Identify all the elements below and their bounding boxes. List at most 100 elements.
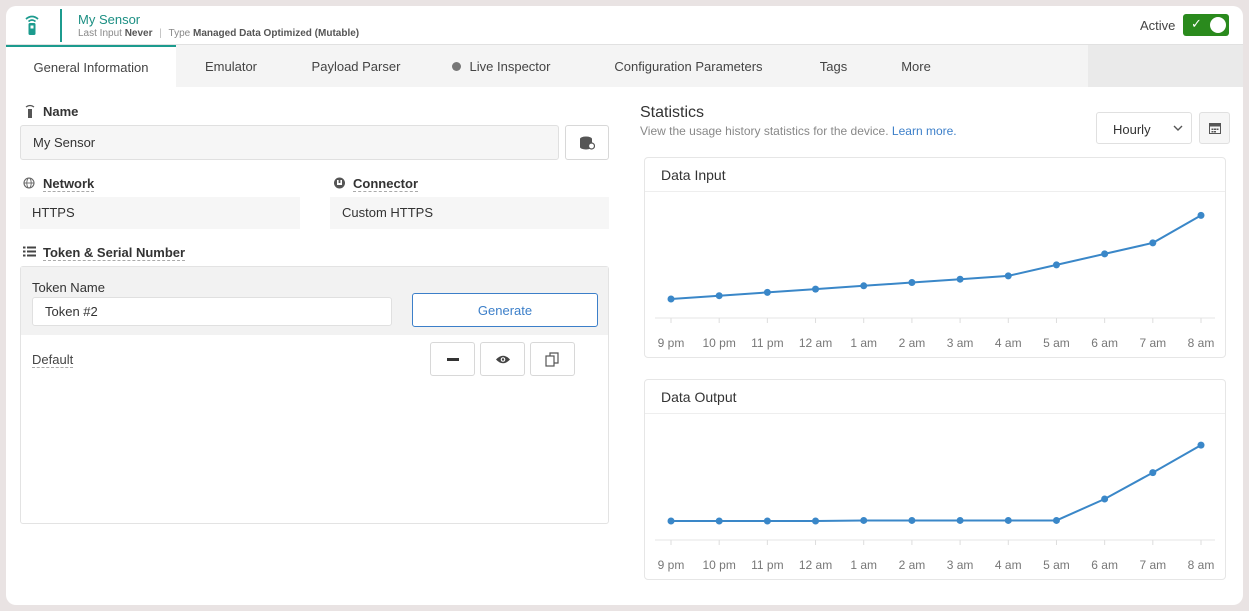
tab-emulator[interactable]: Emulator	[176, 45, 286, 87]
data-point[interactable]	[763, 517, 771, 525]
database-icon	[580, 136, 596, 150]
data-point[interactable]	[1004, 516, 1012, 524]
tab-live-inspector-label: Live Inspector	[469, 59, 551, 74]
x-tick-label: 1 am	[850, 558, 877, 572]
calendar-button[interactable]	[1199, 112, 1230, 144]
learn-more-link[interactable]: Learn more.	[892, 124, 957, 138]
data-point[interactable]	[812, 517, 820, 525]
x-tick-label: 11 pm	[751, 558, 783, 572]
list-icon	[23, 246, 36, 257]
data-point[interactable]	[1101, 250, 1109, 258]
database-button[interactable]	[565, 125, 609, 160]
data-input-card: Data Input 9 pm 10 pm 11 pm 12 am 1 am 2 am 3 …	[644, 157, 1226, 358]
eye-icon	[495, 355, 510, 364]
x-tick-label: 10 pm	[703, 558, 736, 572]
connector-label: Connector	[353, 176, 418, 192]
name-label: Name	[43, 104, 79, 119]
x-tick-label: 5 am	[1043, 336, 1070, 350]
tab-payload-parser[interactable]: Payload Parser	[286, 45, 426, 87]
toggle-knob	[1210, 17, 1226, 33]
x-tick-label: 6 am	[1091, 558, 1118, 572]
tab-configuration-parameters[interactable]: Configuration Parameters	[591, 45, 786, 87]
type-label: Type	[168, 28, 191, 39]
active-label: Active	[1140, 18, 1176, 33]
x-tick-label: 9 pm	[658, 336, 685, 350]
x-tick-label: 12 am	[799, 558, 832, 572]
network-value: HTTPS	[20, 197, 300, 229]
token-name-input[interactable]: Token #2	[32, 297, 392, 326]
data-point[interactable]	[860, 282, 868, 290]
data-point[interactable]	[715, 292, 723, 300]
x-tick-label: 11 pm	[751, 336, 783, 350]
minus-icon	[446, 358, 459, 361]
device-title: My Sensor	[78, 12, 141, 27]
data-output-chart: 9 pm 10 pm 11 pm 12 am 1 am 2 am 3 am 4 am 5 am 6…	[655, 441, 1215, 572]
last-input-label: Last Input	[78, 28, 122, 39]
data-output-title: Data Output	[661, 389, 737, 405]
tab-more[interactable]: More	[881, 45, 951, 87]
statistics-subtitle: View the usage history statistics for th…	[640, 124, 957, 138]
data-point[interactable]	[812, 285, 820, 293]
device-header: My Sensor Last Input Never | Type Manage…	[6, 6, 1243, 45]
tab-live-inspector[interactable]: Live Inspector	[426, 45, 576, 87]
data-point[interactable]	[667, 295, 675, 303]
data-point[interactable]	[1149, 469, 1157, 477]
data-point[interactable]	[860, 516, 868, 524]
header-divider	[60, 9, 62, 42]
data-point[interactable]	[956, 275, 964, 283]
series-line	[671, 444, 1202, 522]
chevron-down-icon	[1173, 125, 1183, 131]
plug-icon	[334, 177, 345, 189]
calendar-icon	[1209, 123, 1221, 134]
meta-separator: |	[159, 28, 162, 39]
data-input-title: Data Input	[661, 167, 726, 183]
data-point[interactable]	[1052, 516, 1060, 524]
last-input-value: Never	[124, 28, 153, 39]
view-token-button[interactable]	[480, 342, 525, 376]
data-point[interactable]	[1004, 272, 1012, 280]
x-tick-label: 4 am	[995, 558, 1022, 572]
status-dot-icon	[451, 62, 461, 71]
token-section-label: Token & Serial Number	[43, 245, 186, 261]
connector-value: Custom HTTPS	[330, 197, 609, 229]
data-point[interactable]	[1197, 211, 1205, 219]
statistics-title: Statistics	[640, 104, 705, 121]
x-tick-label: 1 am	[850, 336, 877, 350]
active-toggle[interactable]: ✓	[1183, 14, 1229, 36]
data-input-chart: 9 pm 10 pm 11 pm 12 am 1 am 2 am 3 am 4 am 5 am 6…	[655, 211, 1215, 350]
data-point[interactable]	[715, 517, 723, 525]
type-value: Managed Data Optimized (Mutable)	[192, 28, 360, 39]
name-input[interactable]: My Sensor	[20, 125, 559, 160]
data-point[interactable]	[908, 516, 916, 524]
copy-token-button[interactable]	[530, 342, 575, 376]
x-tick-label: 10 pm	[703, 336, 736, 350]
generate-button[interactable]: Generate	[412, 293, 598, 327]
tab-bar-overflow	[1088, 45, 1243, 87]
data-point[interactable]	[1149, 239, 1157, 247]
x-tick-label: 3 am	[947, 336, 974, 350]
checkmark-icon: ✓	[1191, 16, 1202, 31]
globe-icon	[23, 177, 35, 189]
x-tick-label: 6 am	[1091, 336, 1118, 350]
default-token-label: Default	[32, 352, 74, 368]
tab-tags[interactable]: Tags	[796, 45, 871, 87]
data-point[interactable]	[1197, 441, 1205, 449]
x-tick-label: 2 am	[899, 336, 926, 350]
data-point[interactable]	[1101, 495, 1109, 503]
data-point[interactable]	[763, 288, 771, 296]
data-point[interactable]	[1052, 261, 1060, 269]
remove-token-button[interactable]	[430, 342, 475, 376]
token-form: Token Name Token #2 Generate	[21, 267, 608, 335]
tab-general-information[interactable]: General Information	[6, 45, 176, 87]
device-window: My Sensor Last Input Never | Type Manage…	[6, 6, 1243, 605]
x-tick-label: 8 am	[1188, 336, 1215, 350]
device-small-icon	[25, 104, 35, 118]
data-point[interactable]	[667, 517, 675, 525]
data-point[interactable]	[908, 279, 916, 286]
x-tick-label: 7 am	[1139, 336, 1166, 350]
interval-select[interactable]: Hourly	[1096, 112, 1192, 144]
data-point[interactable]	[956, 516, 964, 524]
token-name-label: Token Name	[32, 280, 105, 295]
x-tick-label: 5 am	[1043, 558, 1070, 572]
token-panel: Token Name Token #2 Generate Default	[20, 266, 609, 524]
